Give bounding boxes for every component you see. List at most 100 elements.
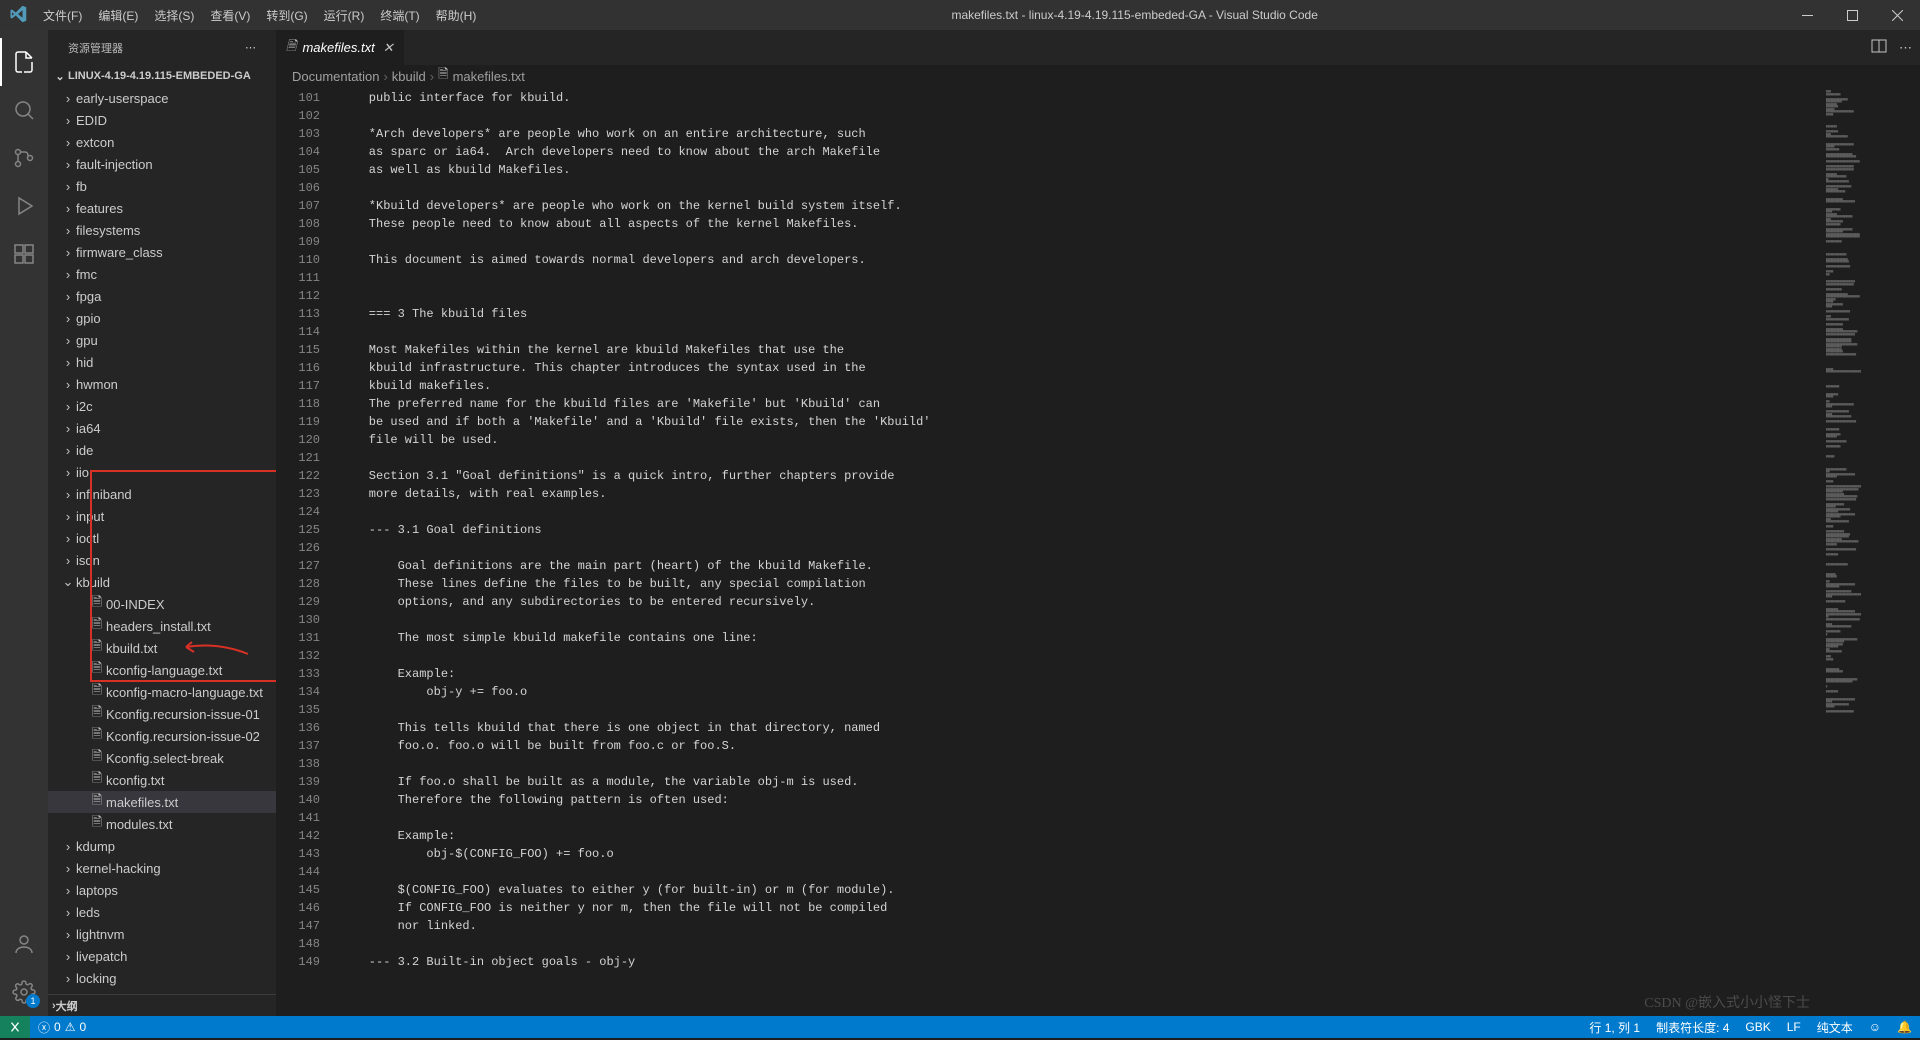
extensions-icon[interactable]	[0, 230, 48, 278]
tree-folder[interactable]: ›gpio	[48, 307, 276, 329]
tree-folder[interactable]: ›firmware_class	[48, 241, 276, 263]
tree-folder[interactable]: ›early-userspace	[48, 87, 276, 109]
vscode-logo-icon	[0, 5, 35, 26]
workspace-name: LINUX-4.19-4.19.115-EMBEDED-GA	[68, 70, 251, 82]
tree-folder[interactable]: ›leds	[48, 901, 276, 923]
tree-folder[interactable]: ›isdn	[48, 549, 276, 571]
tree-folder[interactable]: ›input	[48, 505, 276, 527]
folder-section-header[interactable]: ⌄ LINUX-4.19-4.19.115-EMBEDED-GA	[48, 65, 276, 87]
tree-folder[interactable]: ›locking	[48, 967, 276, 989]
tree-file[interactable]: 🗎Kconfig.recursion-issue-02	[48, 725, 276, 747]
tree-label: locking	[76, 971, 116, 986]
tree-file[interactable]: 🗎makefiles.txt	[48, 791, 276, 813]
outline-section-header[interactable]: › 大纲	[48, 994, 276, 1016]
tree-folder[interactable]: ›ioctl	[48, 527, 276, 549]
split-editor-icon[interactable]	[1871, 38, 1887, 57]
tree-folder[interactable]: ⌄kbuild	[48, 571, 276, 593]
tree-folder[interactable]: ›iio	[48, 461, 276, 483]
encoding[interactable]: GBK	[1737, 1016, 1778, 1038]
tree-file[interactable]: 🗎kbuild.txt	[48, 637, 276, 659]
tree-folder[interactable]: ›EDID	[48, 109, 276, 131]
tree-file[interactable]: 🗎kconfig.txt	[48, 769, 276, 791]
run-debug-icon[interactable]	[0, 182, 48, 230]
source-control-icon[interactable]	[0, 134, 48, 182]
more-actions-icon[interactable]: ⋯	[1899, 40, 1912, 56]
accounts-icon[interactable]	[0, 920, 48, 968]
breadcrumb-seg-1[interactable]: kbuild	[392, 69, 426, 84]
feedback-icon[interactable]: ☺	[1861, 1016, 1889, 1038]
breadcrumb-seg-0[interactable]: Documentation	[292, 69, 379, 84]
tree-label: fmc	[76, 267, 97, 282]
editor: 🗎 makefiles.txt ✕ ⋯ Documentation › kbui…	[276, 30, 1920, 1016]
tree-folder[interactable]: ›ide	[48, 439, 276, 461]
tree-folder[interactable]: ›livepatch	[48, 945, 276, 967]
tree-file[interactable]: 🗎Kconfig.recursion-issue-01	[48, 703, 276, 725]
tree-folder[interactable]: ›extcon	[48, 131, 276, 153]
maximize-button[interactable]	[1830, 0, 1875, 30]
tree-folder[interactable]: ›lightnvm	[48, 923, 276, 945]
search-icon[interactable]	[0, 86, 48, 134]
tree-file[interactable]: 🗎headers_install.txt	[48, 615, 276, 637]
menu-item[interactable]: 帮助(H)	[428, 7, 485, 24]
menu-item[interactable]: 转到(G)	[258, 7, 315, 24]
warning-icon: ⚠	[65, 1020, 76, 1034]
cursor-position[interactable]: 行 1, 列 1	[1581, 1016, 1648, 1038]
minimap[interactable]: ████ ████████████ ██████████████████ ███…	[1820, 87, 1920, 1016]
breadcrumb-seg-2[interactable]: makefiles.txt	[453, 69, 525, 84]
activity-bar: 1	[0, 30, 48, 1016]
settings-gear-icon[interactable]: 1	[0, 968, 48, 1016]
tree-folder[interactable]: ›filesystems	[48, 219, 276, 241]
explorer-icon[interactable]	[0, 38, 48, 86]
tree-folder[interactable]: ›hwmon	[48, 373, 276, 395]
tree-file[interactable]: 🗎modules.txt	[48, 813, 276, 835]
chevron-right-icon: ›	[60, 91, 76, 106]
tree-label: early-userspace	[76, 91, 169, 106]
sidebar: 资源管理器 ⋯ ⌄ LINUX-4.19-4.19.115-EMBEDED-GA…	[48, 30, 276, 1016]
tree-label: kdump	[76, 839, 115, 854]
tree-folder[interactable]: ›infiniband	[48, 483, 276, 505]
editor-tabs: 🗎 makefiles.txt ✕ ⋯	[276, 30, 1920, 65]
code-content[interactable]: public interface for kbuild. *Arch devel…	[340, 87, 1820, 1016]
eol[interactable]: LF	[1779, 1016, 1809, 1038]
tree-folder[interactable]: ›ia64	[48, 417, 276, 439]
menu-item[interactable]: 终端(T)	[372, 7, 427, 24]
tree-file[interactable]: 🗎Kconfig.select-break	[48, 747, 276, 769]
chevron-right-icon: ›	[60, 927, 76, 942]
tab-size[interactable]: 制表符长度: 4	[1648, 1016, 1737, 1038]
tree-label: ide	[76, 443, 93, 458]
tree-file[interactable]: 🗎kconfig-language.txt	[48, 659, 276, 681]
sidebar-more-icon[interactable]: ⋯	[245, 41, 256, 54]
tree-folder[interactable]: ›laptops	[48, 879, 276, 901]
close-button[interactable]	[1875, 0, 1920, 30]
tree-folder[interactable]: ›fault-injection	[48, 153, 276, 175]
tree-folder[interactable]: ›fb	[48, 175, 276, 197]
tree-folder[interactable]: ›kernel-hacking	[48, 857, 276, 879]
tree-file[interactable]: 🗎kconfig-macro-language.txt	[48, 681, 276, 703]
menu-item[interactable]: 运行(R)	[316, 7, 373, 24]
close-tab-icon[interactable]: ✕	[383, 40, 394, 56]
file-tree[interactable]: ›early-userspace›EDID›extcon›fault-injec…	[48, 87, 276, 994]
breadcrumb[interactable]: Documentation › kbuild › 🗎 makefiles.txt	[276, 65, 1920, 87]
tree-folder[interactable]: ›i2c	[48, 395, 276, 417]
menu-item[interactable]: 文件(F)	[35, 7, 90, 24]
tree-label: hwmon	[76, 377, 118, 392]
language-mode[interactable]: 纯文本	[1809, 1016, 1861, 1038]
tree-file[interactable]: 🗎00-INDEX	[48, 593, 276, 615]
tree-folder[interactable]: ›gpu	[48, 329, 276, 351]
chevron-right-icon: ›	[60, 443, 76, 458]
menu-item[interactable]: 查看(V)	[202, 7, 258, 24]
minimize-button[interactable]	[1785, 0, 1830, 30]
tree-folder[interactable]: ›hid	[48, 351, 276, 373]
tree-folder[interactable]: ›kdump	[48, 835, 276, 857]
tree-folder[interactable]: ›features	[48, 197, 276, 219]
tree-folder[interactable]: ›fmc	[48, 263, 276, 285]
menu-item[interactable]: 编辑(E)	[90, 7, 146, 24]
menu-item[interactable]: 选择(S)	[146, 7, 202, 24]
problems-button[interactable]: ⓧ0 ⚠0	[30, 1016, 94, 1038]
settings-badge: 1	[26, 994, 40, 1008]
remote-indicator[interactable]	[0, 1016, 30, 1038]
window-title: makefiles.txt - linux-4.19-4.19.115-embe…	[484, 8, 1785, 22]
tab-makefiles[interactable]: 🗎 makefiles.txt ✕	[276, 30, 405, 65]
notifications-icon[interactable]: 🔔	[1889, 1016, 1920, 1038]
tree-folder[interactable]: ›fpga	[48, 285, 276, 307]
